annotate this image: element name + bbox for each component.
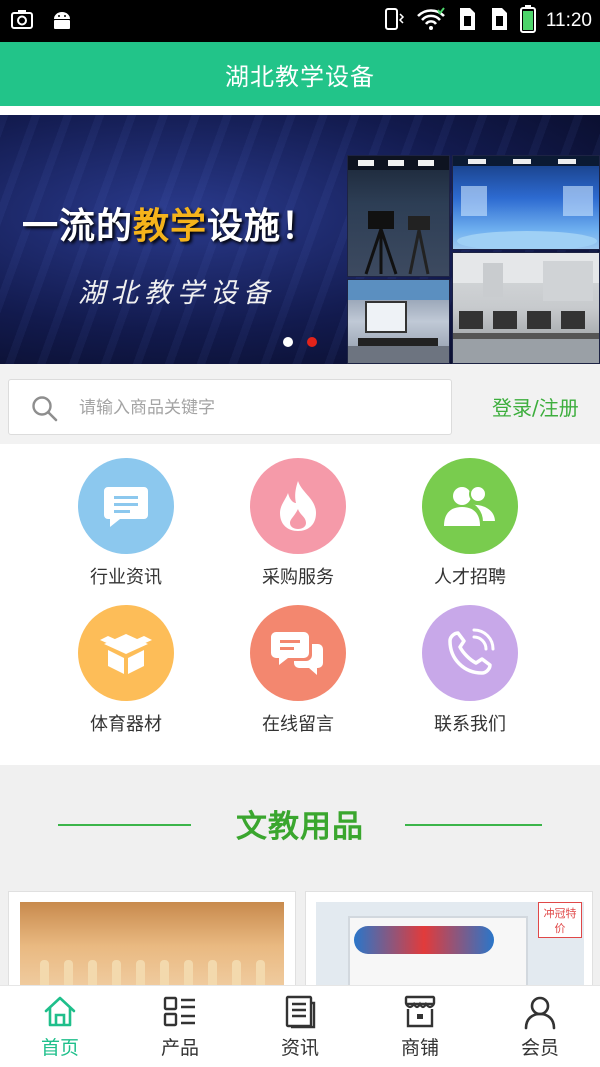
banner-headline-post: 设施！: [207, 206, 319, 247]
nav-store[interactable]: 商铺: [360, 986, 480, 1067]
sim2-icon: [488, 6, 510, 36]
category-procurement[interactable]: 采购服务: [228, 458, 368, 598]
category-industry-news[interactable]: 行业资讯: [56, 458, 196, 598]
banner-headline: 一流的教学设施！: [22, 197, 318, 249]
nav-label: 产品: [160, 1037, 199, 1059]
category-contact-us[interactable]: 联系我们: [400, 605, 540, 745]
category-label: 人才招聘: [434, 567, 506, 588]
box-icon: [78, 605, 174, 701]
category-label: 在线留言: [262, 714, 334, 735]
search-row: 登录/注册: [0, 364, 600, 444]
battery-icon: [519, 5, 536, 37]
wifi-icon: [416, 6, 446, 36]
login-register-link[interactable]: 登录/注册: [492, 392, 579, 421]
computer-desk-image: [347, 279, 450, 364]
banner-carousel[interactable]: 一流的教学设施！ 湖北教学设备: [0, 115, 600, 364]
search-icon[interactable]: [31, 395, 59, 427]
chat-icon: [250, 605, 346, 701]
nav-member[interactable]: 会员: [480, 986, 600, 1067]
category-label: 体育器材: [90, 714, 162, 735]
nav-label: 商铺: [400, 1037, 439, 1059]
studio-photo-image: [347, 155, 450, 277]
nav-products[interactable]: 产品: [120, 986, 240, 1067]
blue-studio-image: [452, 155, 600, 250]
grid-list-icon: [162, 994, 198, 1030]
home-icon: [42, 994, 78, 1030]
carousel-indicator: [283, 337, 317, 347]
nav-home[interactable]: 首页: [0, 986, 120, 1067]
store-icon: [402, 994, 438, 1030]
status-bar: 11:20: [0, 0, 600, 42]
page-title: 湖北教学设备: [225, 62, 375, 91]
banner-headline-pre: 一流的: [22, 206, 134, 247]
nav-label: 资讯: [280, 1037, 319, 1059]
category-grid: 行业资讯 采购服务 人才招聘 体育器材 在线留言 联系我们: [0, 444, 600, 765]
title-bar: 湖北教学设备: [0, 42, 600, 106]
search-input[interactable]: [79, 392, 439, 424]
vibrate-icon: [380, 6, 406, 36]
banner-subtitle: 湖北教学设备: [78, 278, 276, 309]
people-icon: [422, 458, 518, 554]
message-icon: [78, 458, 174, 554]
category-label: 联系我们: [434, 714, 506, 735]
nav-label: 会员: [520, 1037, 559, 1059]
sim1-icon: [456, 6, 478, 36]
nav-news[interactable]: 资讯: [240, 986, 360, 1067]
screenshot-icon: [10, 8, 34, 36]
category-online-message[interactable]: 在线留言: [228, 605, 368, 745]
product-badge: 冲冠特价: [538, 902, 582, 938]
bottom-nav: 首页 产品 资讯 商铺 会员: [0, 985, 600, 1067]
title-divider: [0, 106, 600, 115]
phone-icon: [422, 605, 518, 701]
clock: 11:20: [545, 10, 592, 31]
search-box[interactable]: [8, 379, 452, 435]
category-label: 采购服务: [262, 567, 334, 588]
banner-headline-highlight: 教学: [133, 206, 208, 247]
category-sports-equipment[interactable]: 体育器材: [56, 605, 196, 745]
nav-label: 首页: [40, 1037, 79, 1059]
computer-lab-image: [452, 252, 600, 364]
user-icon: [522, 994, 558, 1030]
product-list: 冲冠特价: [0, 867, 600, 1011]
android-icon: [50, 8, 74, 36]
news-icon: [282, 994, 318, 1030]
category-recruitment[interactable]: 人才招聘: [400, 458, 540, 598]
carousel-dot-active[interactable]: [307, 337, 317, 347]
carousel-dot[interactable]: [283, 337, 293, 347]
fire-icon: [250, 458, 346, 554]
section-divider-right: [405, 824, 542, 826]
section-header: 文教用品: [0, 765, 600, 867]
category-label: 行业资讯: [90, 567, 162, 588]
